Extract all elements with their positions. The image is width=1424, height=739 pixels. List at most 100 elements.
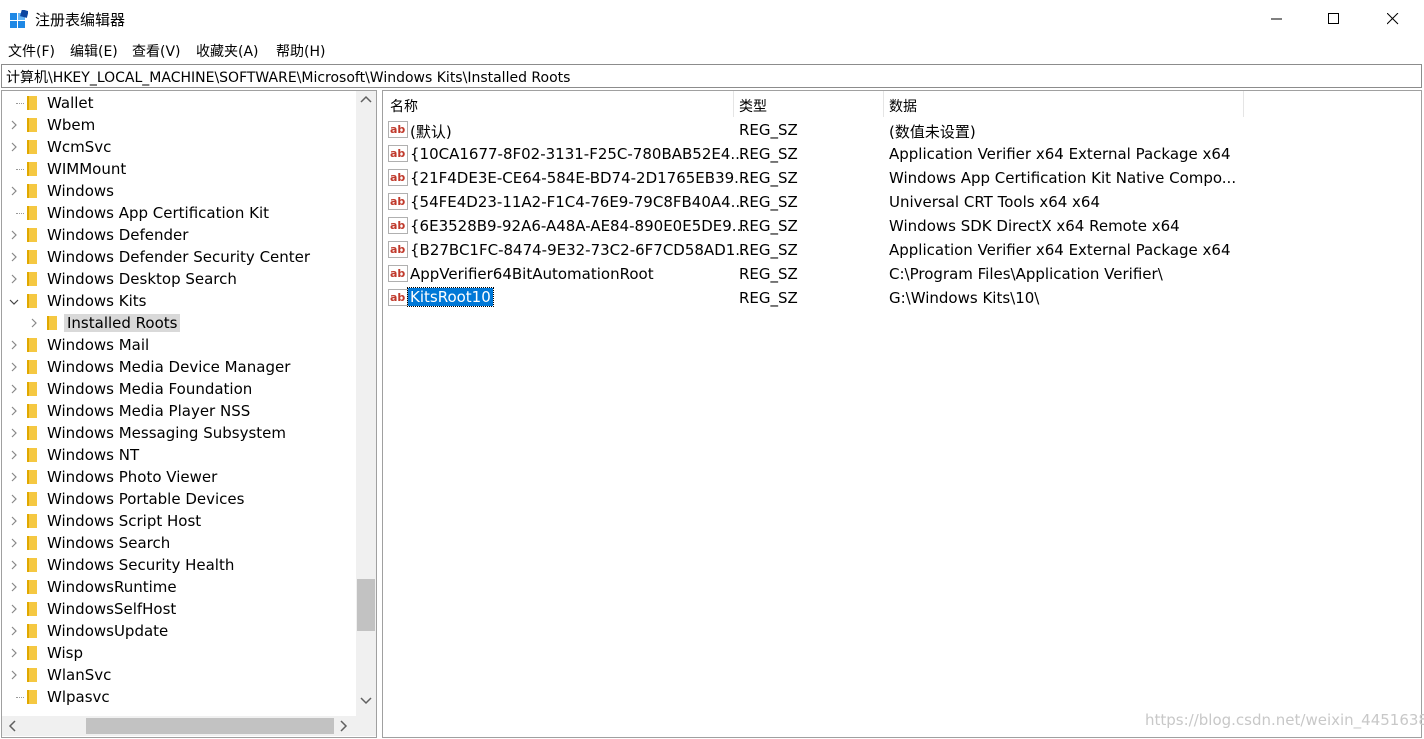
- tree-item-label: WindowsSelfHost: [47, 600, 177, 618]
- close-button[interactable]: [1364, 0, 1422, 38]
- scroll-left-icon[interactable]: [8, 720, 16, 732]
- chevron-right-icon[interactable]: [10, 515, 18, 527]
- menu-favorites[interactable]: 收藏夹(A): [196, 41, 259, 61]
- address-bar[interactable]: 计算机\HKEY_LOCAL_MACHINE\SOFTWARE\Microsof…: [1, 64, 1422, 88]
- tree-item-label: Windows Kits: [47, 292, 147, 310]
- scroll-down-icon[interactable]: [360, 697, 372, 705]
- tree-item[interactable]: Wbem: [2, 114, 356, 136]
- chevron-right-icon[interactable]: [10, 427, 18, 439]
- tree-item[interactable]: Windows NT: [2, 444, 356, 466]
- value-data: Windows App Certification Kit Native Com…: [889, 169, 1237, 187]
- scroll-right-icon[interactable]: [340, 720, 348, 732]
- tree-item[interactable]: Windows Desktop Search: [2, 268, 356, 290]
- tree-connector: [16, 103, 24, 104]
- tree-vertical-scroll-thumb[interactable]: [357, 579, 375, 631]
- menu-view[interactable]: 查看(V): [132, 41, 181, 61]
- chevron-right-icon[interactable]: [10, 229, 18, 241]
- tree-item[interactable]: Windows Mail: [2, 334, 356, 356]
- value-data: Universal CRT Tools x64 x64: [889, 193, 1101, 211]
- value-row[interactable]: ab (默认) REG_SZ (数值未设置): [383, 118, 1421, 142]
- tree-horizontal-scrollbar[interactable]: [2, 716, 356, 736]
- tree-item[interactable]: Windows Search: [2, 532, 356, 554]
- tree-item[interactable]: WindowsUpdate: [2, 620, 356, 642]
- tree-item[interactable]: Windows Defender Security Center: [2, 246, 356, 268]
- menu-file[interactable]: 文件(F): [8, 41, 55, 61]
- column-divider[interactable]: [883, 91, 884, 117]
- tree-item-label: Windows Media Foundation: [47, 380, 253, 398]
- tree-horizontal-scroll-thumb[interactable]: [86, 718, 334, 734]
- tree-item-label: Windows Desktop Search: [47, 270, 237, 288]
- tree-item[interactable]: Windows Kits: [2, 290, 356, 312]
- chevron-right-icon[interactable]: [30, 317, 38, 329]
- tree-item[interactable]: WindowsRuntime: [2, 576, 356, 598]
- menu-edit[interactable]: 编辑(E): [70, 41, 118, 61]
- value-row[interactable]: ab {6E3528B9-92A6-A48A-AE84-890E0E5DE9...…: [383, 214, 1421, 238]
- tree-item[interactable]: Windows Defender: [2, 224, 356, 246]
- folder-icon: [27, 382, 37, 396]
- tree-item[interactable]: Windows Media Player NSS: [2, 400, 356, 422]
- maximize-button[interactable]: [1305, 0, 1363, 38]
- chevron-right-icon[interactable]: [10, 405, 18, 417]
- tree-item[interactable]: WindowsSelfHost: [2, 598, 356, 620]
- value-type: REG_SZ: [739, 145, 798, 163]
- tree-vertical-scrollbar[interactable]: [356, 91, 376, 716]
- value-row[interactable]: ab {54FE4D23-11A2-F1C4-76E9-79C8FB40A4...…: [383, 190, 1421, 214]
- chevron-down-icon[interactable]: [8, 298, 20, 306]
- tree-item[interactable]: Windows Photo Viewer: [2, 466, 356, 488]
- value-row[interactable]: ab KitsRoot10 REG_SZ G:\Windows Kits\10\: [383, 286, 1421, 310]
- tree-item[interactable]: Windows: [2, 180, 356, 202]
- tree-item[interactable]: WIMMount: [2, 158, 356, 180]
- chevron-right-icon[interactable]: [10, 119, 18, 131]
- chevron-right-icon[interactable]: [10, 603, 18, 615]
- tree-item[interactable]: WcmSvc: [2, 136, 356, 158]
- tree-item[interactable]: Windows Media Device Manager: [2, 356, 356, 378]
- folder-icon: [27, 558, 37, 572]
- folder-icon: [27, 448, 37, 462]
- tree-item[interactable]: Windows Security Health: [2, 554, 356, 576]
- scroll-up-icon[interactable]: [360, 95, 372, 103]
- column-header-name[interactable]: 名称: [390, 96, 418, 116]
- tree-item[interactable]: Windows App Certification Kit: [2, 202, 356, 224]
- tree-item[interactable]: Wisp: [2, 642, 356, 664]
- tree-item-label: Installed Roots: [64, 314, 181, 332]
- chevron-right-icon[interactable]: [10, 449, 18, 461]
- chevron-right-icon[interactable]: [10, 669, 18, 681]
- menu-help[interactable]: 帮助(H): [276, 41, 325, 61]
- tree-item[interactable]: Installed Roots: [2, 312, 356, 334]
- tree-item-label: Windows Messaging Subsystem: [47, 424, 286, 442]
- chevron-right-icon[interactable]: [10, 625, 18, 637]
- chevron-right-icon[interactable]: [10, 185, 18, 197]
- value-row[interactable]: ab AppVerifier64BitAutomationRoot REG_SZ C:…: [383, 262, 1421, 286]
- column-header-data[interactable]: 数据: [889, 96, 917, 116]
- tree-item[interactable]: WlanSvc: [2, 664, 356, 686]
- tree-item[interactable]: Windows Messaging Subsystem: [2, 422, 356, 444]
- chevron-right-icon[interactable]: [10, 339, 18, 351]
- value-row[interactable]: ab {B27BC1FC-8474-9E32-73C2-6F7CD58AD1...…: [383, 238, 1421, 262]
- minimize-button[interactable]: [1248, 0, 1306, 38]
- tree-item-label: Windows Script Host: [47, 512, 202, 530]
- chevron-right-icon[interactable]: [10, 273, 18, 285]
- folder-icon: [27, 646, 37, 660]
- chevron-right-icon[interactable]: [10, 471, 18, 483]
- column-divider[interactable]: [1243, 91, 1244, 117]
- column-divider[interactable]: [733, 91, 734, 117]
- chevron-right-icon[interactable]: [10, 361, 18, 373]
- value-name: {54FE4D23-11A2-F1C4-76E9-79C8FB40A4...: [410, 193, 745, 211]
- chevron-right-icon[interactable]: [10, 559, 18, 571]
- value-row[interactable]: ab {10CA1677-8F02-3131-F25C-780BAB52E4...…: [383, 142, 1421, 166]
- tree-item[interactable]: Windows Script Host: [2, 510, 356, 532]
- tree-item[interactable]: Wallet: [2, 92, 356, 114]
- folder-icon: [27, 162, 37, 176]
- chevron-right-icon[interactable]: [10, 647, 18, 659]
- chevron-right-icon[interactable]: [10, 493, 18, 505]
- chevron-right-icon[interactable]: [10, 383, 18, 395]
- chevron-right-icon[interactable]: [10, 251, 18, 263]
- tree-item[interactable]: Windows Portable Devices: [2, 488, 356, 510]
- column-header-type[interactable]: 类型: [739, 96, 767, 116]
- tree-item[interactable]: Windows Media Foundation: [2, 378, 356, 400]
- chevron-right-icon[interactable]: [10, 581, 18, 593]
- tree-item[interactable]: Wlpasvc: [2, 686, 356, 708]
- chevron-right-icon[interactable]: [10, 141, 18, 153]
- value-row[interactable]: ab {21F4DE3E-CE64-584E-BD74-2D1765EB39...…: [383, 166, 1421, 190]
- chevron-right-icon[interactable]: [10, 537, 18, 549]
